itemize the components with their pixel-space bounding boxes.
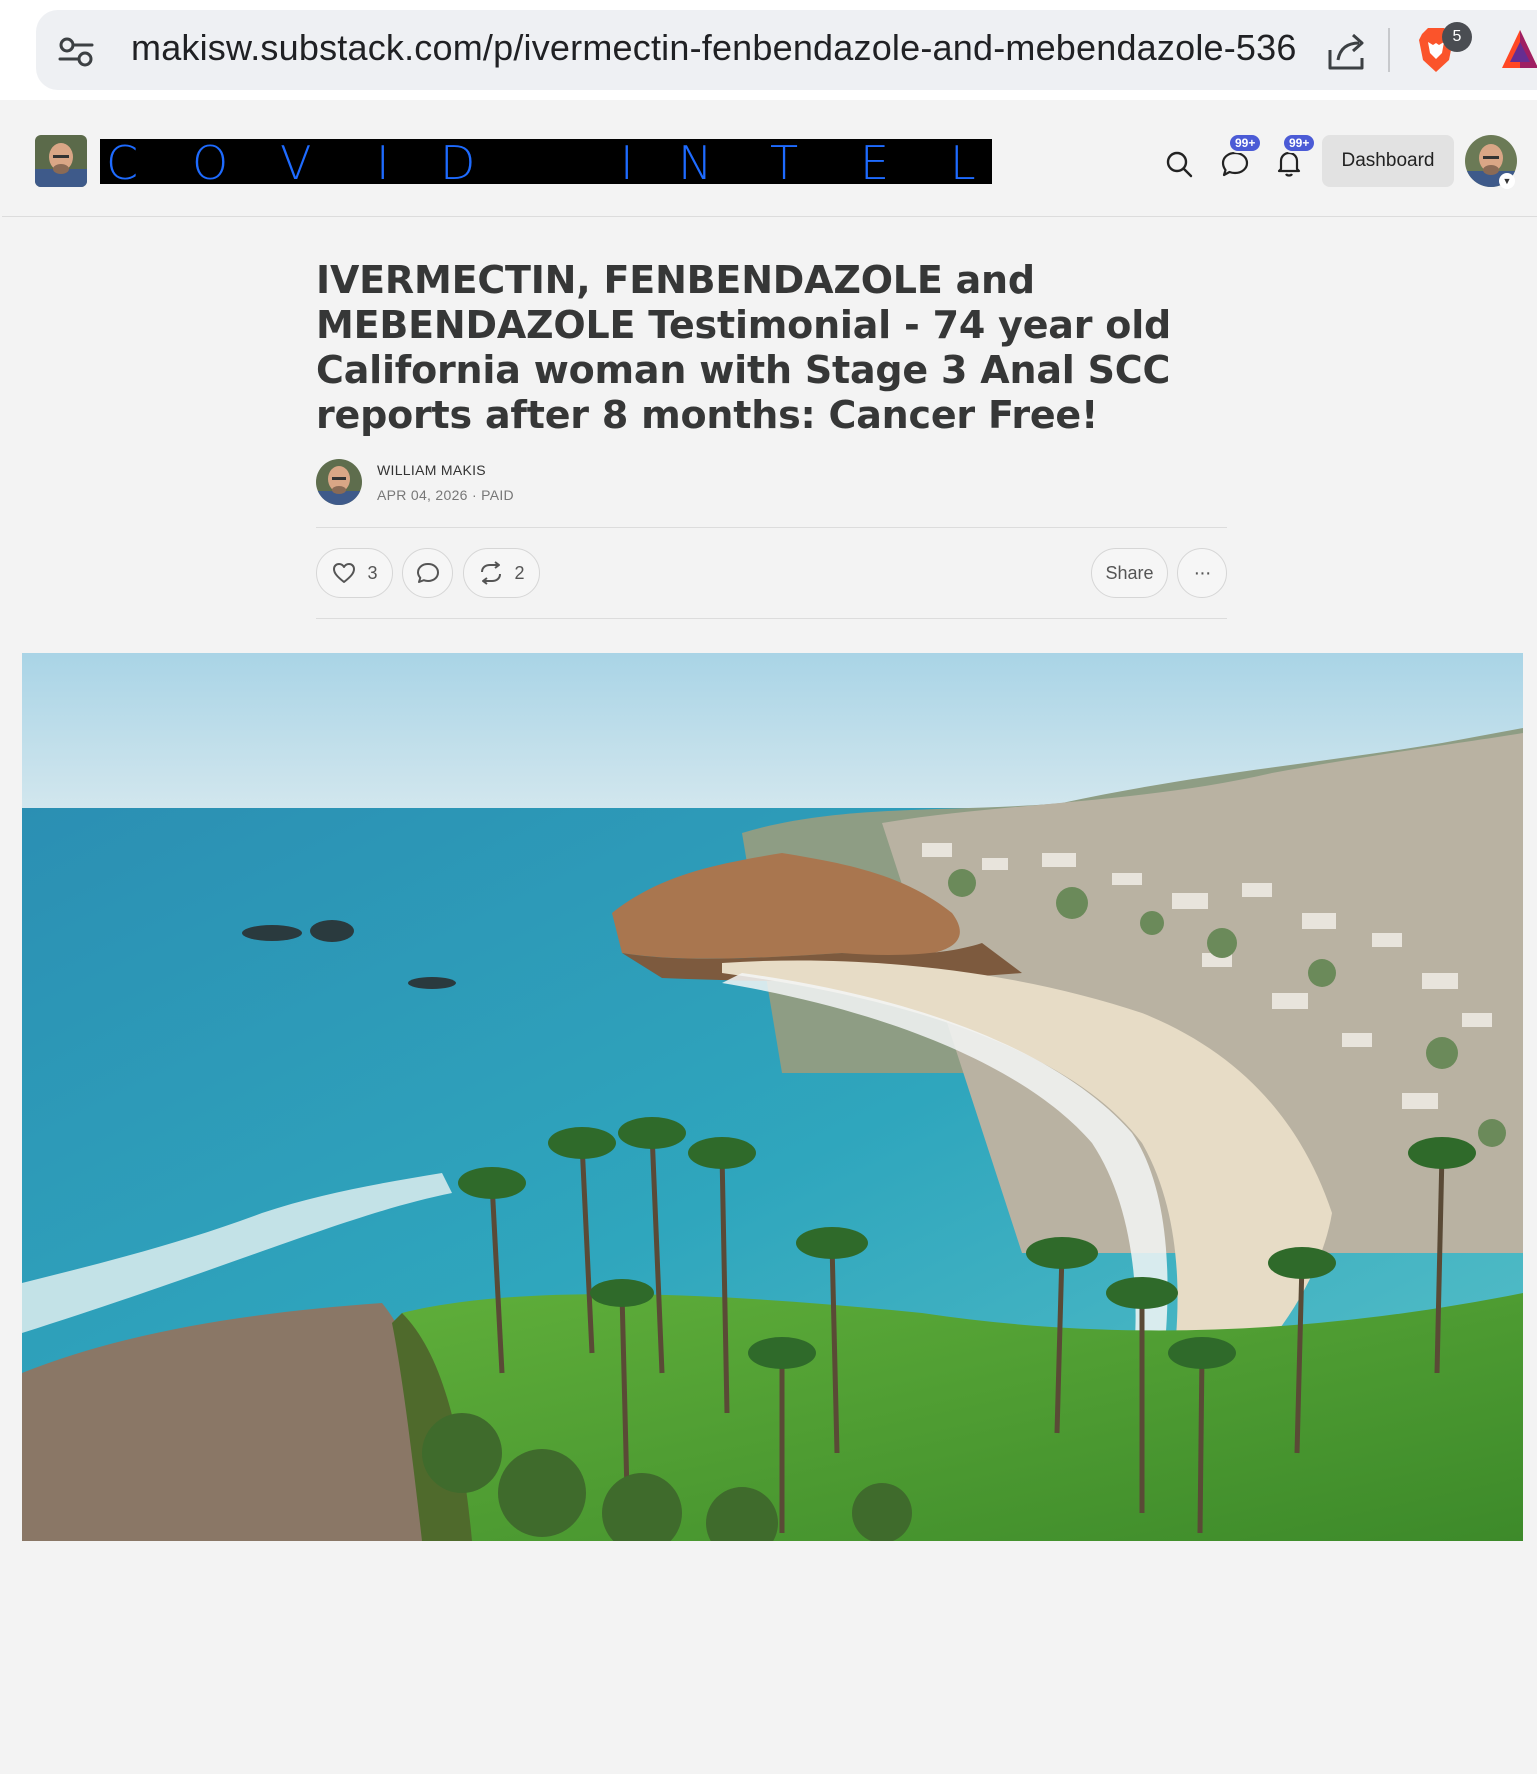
share-icon[interactable]: [1326, 30, 1368, 72]
divider: [316, 527, 1227, 528]
dashboard-button[interactable]: Dashboard: [1322, 135, 1454, 187]
logo-letter: N: [678, 136, 713, 190]
logo-letter: E: [860, 136, 890, 190]
publication-logo[interactable]: C O V I D I N T E L: [100, 136, 992, 190]
hero-image: [22, 653, 1523, 1541]
chat-count-badge: 99+: [1228, 133, 1263, 153]
post-date-meta: APR 04, 2026 · PAID: [377, 487, 514, 503]
chat-bubble-icon[interactable]: [1220, 149, 1250, 179]
more-options-button[interactable]: ···: [1177, 548, 1227, 598]
author-avatar[interactable]: [316, 459, 362, 505]
logo-letter: T: [770, 136, 799, 190]
share-button[interactable]: Share: [1091, 548, 1168, 598]
logo-letter: I: [376, 136, 390, 190]
toolbar-divider: [1388, 28, 1390, 72]
restack-count: 2: [514, 562, 525, 583]
author-name[interactable]: WILLIAM MAKIS: [377, 462, 486, 478]
divider: [316, 618, 1227, 619]
notifications-count-badge: 99+: [1282, 133, 1317, 153]
url-text[interactable]: makisw.substack.com/p/ivermectin-fenbend…: [131, 27, 1297, 69]
logo-letter: I: [620, 136, 634, 190]
post-title: IVERMECTIN, FENBENDAZOLE and MEBENDAZOLE…: [316, 258, 1172, 437]
search-icon[interactable]: [1164, 149, 1194, 179]
shield-count-badge: 5: [1442, 22, 1472, 52]
like-button[interactable]: 3: [316, 548, 393, 598]
logo-letter: O: [192, 136, 229, 190]
site-settings-icon[interactable]: [58, 36, 94, 68]
restack-button[interactable]: 2: [463, 548, 540, 598]
publication-avatar[interactable]: [35, 135, 87, 187]
restack-icon: [481, 561, 502, 585]
like-count: 3: [367, 562, 378, 583]
comment-button[interactable]: [402, 548, 453, 598]
logo-letter: L: [950, 136, 976, 190]
site-header: C O V I D I N T E L 99+ 99+ Dashboard ▼: [2, 105, 1537, 217]
chevron-down-icon[interactable]: ▼: [1499, 173, 1515, 189]
logo-letter: D: [440, 136, 476, 190]
logo-letter: C: [106, 136, 139, 190]
comment-icon: [416, 563, 439, 583]
logo-letter: V: [280, 136, 312, 190]
heart-icon: [333, 563, 356, 583]
browser-toolbar: makisw.substack.com/p/ivermectin-fenbend…: [0, 0, 1537, 100]
bat-triangle-icon[interactable]: [1500, 28, 1537, 72]
